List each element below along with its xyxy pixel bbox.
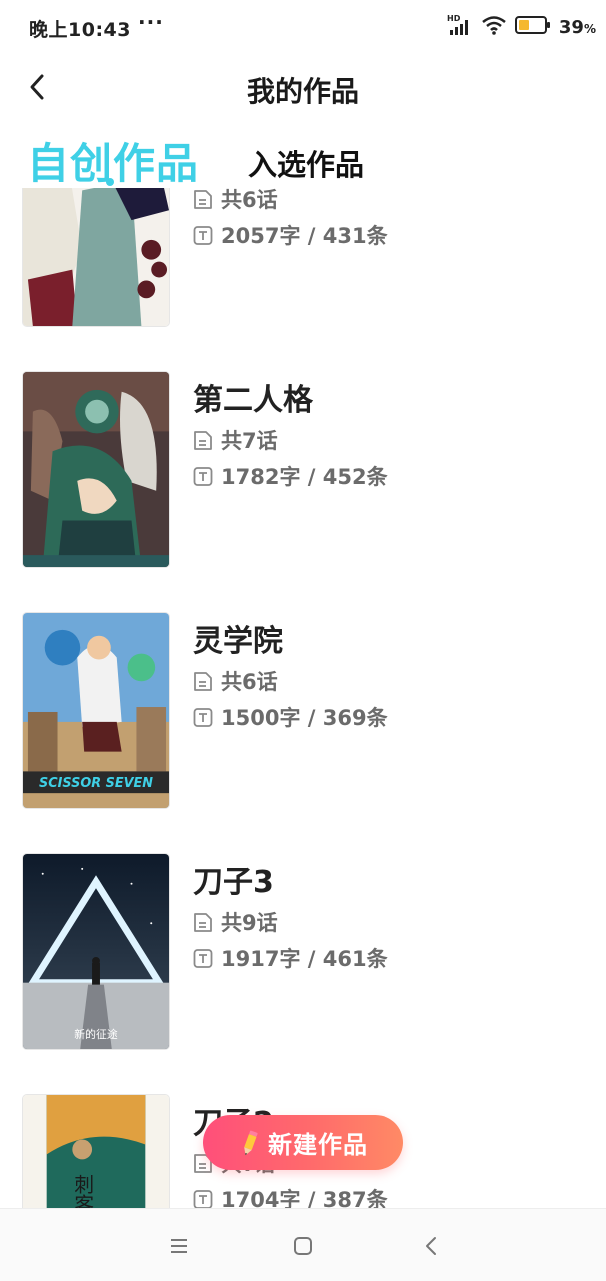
home-button[interactable] bbox=[288, 1231, 318, 1261]
work-item[interactable]: SCISSOR SEVEN 灵学院 共6话 1500字 / 369条 bbox=[0, 612, 606, 853]
new-work-button[interactable]: 新建作品 bbox=[203, 1115, 403, 1170]
text-icon bbox=[193, 707, 213, 728]
status-bar: 晚上10:43 ··· HD 39% bbox=[0, 0, 606, 52]
document-icon bbox=[193, 912, 213, 933]
word-comment-stats: 1917字 / 461条 bbox=[193, 943, 388, 973]
system-back-button[interactable] bbox=[416, 1231, 446, 1261]
tab-active-indicator bbox=[106, 178, 114, 186]
word-comment-stats: 1704字 / 387条 bbox=[193, 1184, 388, 1208]
system-nav-bar bbox=[0, 1208, 606, 1281]
back-icon bbox=[426, 1237, 436, 1255]
cover-calligraphy-text: 刺客伍 bbox=[71, 1174, 94, 1208]
tab-selected-works[interactable]: 入选作品 bbox=[248, 142, 364, 184]
work-cover[interactable]: 刺客伍 bbox=[22, 1094, 170, 1208]
work-cover[interactable] bbox=[22, 188, 170, 327]
pencil-icon bbox=[238, 1129, 262, 1157]
work-title: 刀子3 bbox=[193, 865, 274, 900]
menu-button[interactable] bbox=[164, 1231, 194, 1261]
hd-badge: HD bbox=[447, 14, 461, 23]
status-more-icon: ··· bbox=[138, 10, 164, 34]
signal-icon: HD bbox=[447, 14, 473, 40]
word-comment-stats: 2057字 / 431条 bbox=[193, 220, 388, 250]
episode-count: 共7话 bbox=[193, 425, 278, 455]
text-icon bbox=[193, 466, 213, 487]
work-cover[interactable]: 新的征途 bbox=[22, 853, 170, 1050]
episode-count: 共9话 bbox=[193, 907, 278, 937]
text-icon bbox=[193, 225, 213, 246]
work-cover[interactable] bbox=[22, 371, 170, 568]
home-icon bbox=[294, 1237, 312, 1255]
document-icon bbox=[193, 189, 213, 210]
work-title: 第二人格 bbox=[193, 383, 313, 418]
new-work-label: 新建作品 bbox=[268, 1131, 368, 1159]
work-item[interactable]: 第二人格 共7话 1782字 / 452条 bbox=[0, 371, 606, 612]
word-comment-stats: 1500字 / 369条 bbox=[193, 702, 388, 732]
episode-count: 共6话 bbox=[193, 666, 278, 696]
status-indicators: HD 39% bbox=[447, 14, 596, 40]
work-title: 灵学院 bbox=[193, 624, 283, 659]
episode-count: 共6话 bbox=[193, 188, 278, 214]
word-comment-stats: 1782字 / 452条 bbox=[193, 461, 388, 491]
wifi-icon bbox=[481, 14, 507, 40]
work-item[interactable]: 共6话 2057字 / 431条 bbox=[0, 188, 606, 371]
text-icon bbox=[193, 948, 213, 969]
page-title: 我的作品 bbox=[246, 75, 359, 108]
works-list[interactable]: 共6话 2057字 / 431条 第二人格 共7话 1782字 / 452条 S… bbox=[0, 188, 606, 1208]
battery-percent: 39% bbox=[558, 16, 596, 38]
document-icon bbox=[193, 671, 213, 692]
document-icon bbox=[193, 430, 213, 451]
menu-icon bbox=[171, 1239, 187, 1253]
cover-logo-text: SCISSOR SEVEN bbox=[39, 776, 153, 791]
status-time: 晚上10:43 bbox=[29, 19, 131, 41]
text-icon bbox=[193, 1189, 213, 1208]
battery-icon bbox=[514, 15, 551, 39]
work-item[interactable]: 新的征途 刀子3 共9话 1917字 / 461条 bbox=[0, 853, 606, 1094]
work-cover[interactable]: SCISSOR SEVEN bbox=[22, 612, 170, 809]
cover-caption-text: 新的征途 bbox=[74, 1027, 118, 1041]
